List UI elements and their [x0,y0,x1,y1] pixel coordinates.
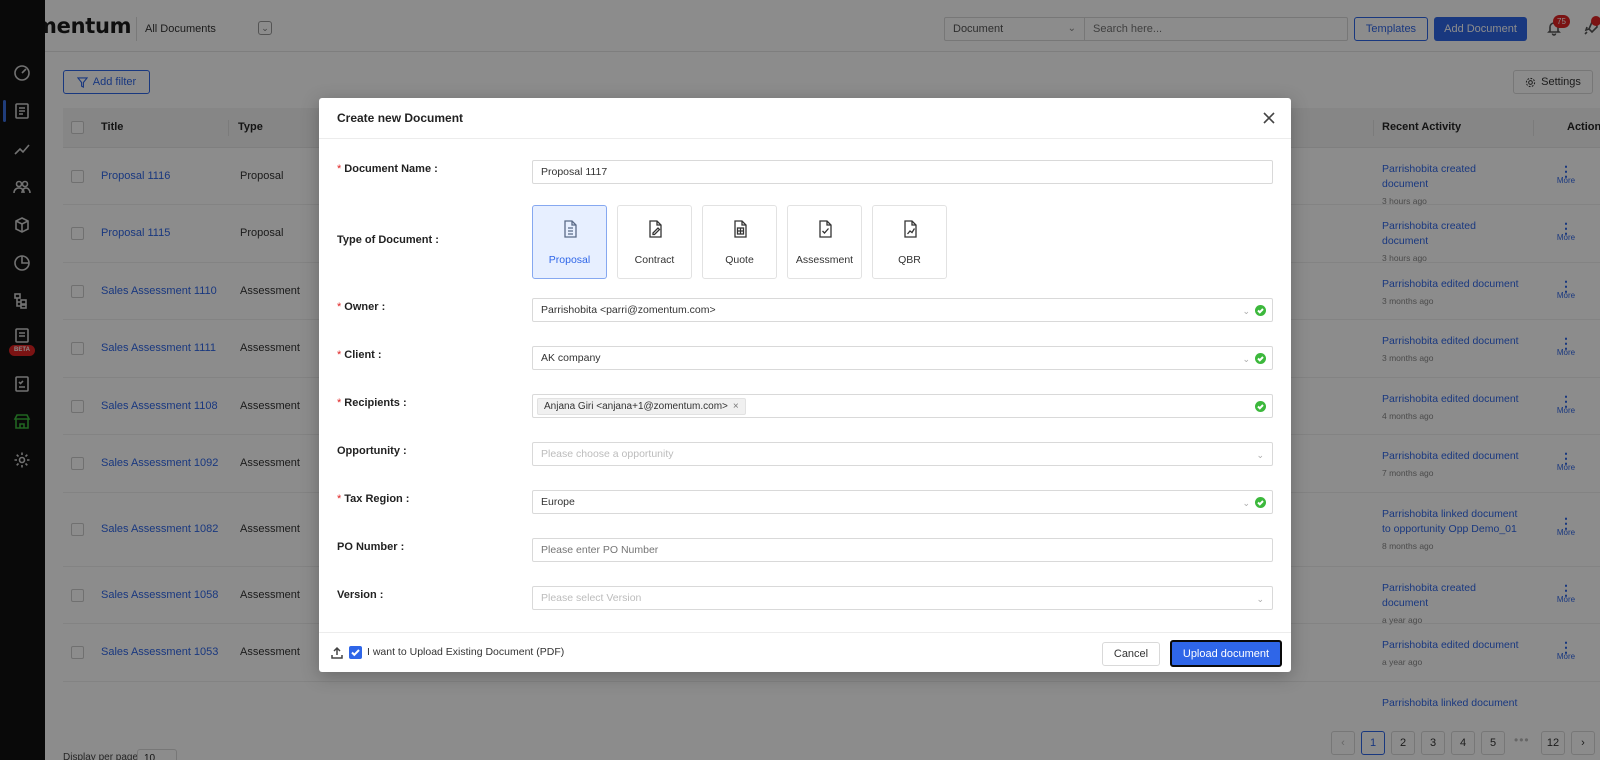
chevron-down-icon: ⌄ [1256,450,1264,460]
modal-footer: I want to Upload Existing Document (PDF)… [319,632,1291,672]
file-check-icon [816,220,834,238]
file-chart-icon [901,220,919,238]
doc-type-contract[interactable]: Contract [617,205,692,279]
tax-region-label-text: Tax Region : [344,493,410,505]
owner-label: * Owner : [337,301,385,313]
doc-type-label: QBR [898,254,921,266]
opportunity-label: Opportunity : [337,445,407,457]
tax-region-select[interactable]: Europe ⌄ [532,490,1273,514]
doc-type-label: Quote [725,254,754,266]
upload-existing-checkbox[interactable] [349,646,362,659]
doc-type-qbr[interactable]: QBR [872,205,947,279]
cancel-button[interactable]: Cancel [1102,642,1160,666]
file-edit-icon [646,220,664,238]
doc-type-quote[interactable]: Quote [702,205,777,279]
po-number-label: PO Number : [337,541,405,553]
chevron-down-icon: ⌄ [1242,354,1250,364]
recipient-tag-text: Anjana Giri <anjana+1@zomentum.com> [544,401,728,412]
type-of-document-label: Type of Document : [337,234,439,246]
chevron-down-icon: ⌄ [1242,498,1250,508]
required-asterisk: * [337,493,342,505]
recipients-select[interactable]: Anjana Giri <anjana+1@zomentum.com> × [532,394,1273,418]
required-asterisk: * [337,397,342,409]
opportunity-placeholder: Please choose a opportunity [541,448,674,460]
version-select[interactable]: Please select Version ⌄ [532,586,1273,610]
modal-title: Create new Document [319,98,1291,139]
required-asterisk: * [337,349,342,361]
client-label-text: Client : [344,349,382,361]
file-text-icon [561,220,579,238]
version-placeholder: Please select Version [541,592,642,604]
tax-region-value: Europe [541,496,575,508]
version-label: Version : [337,589,384,601]
document-name-label-text: Document Name : [344,163,438,175]
doc-type-label: Contract [634,254,675,266]
chevron-down-icon: ⌄ [1256,594,1264,604]
document-name-label: * Document Name : [337,163,438,175]
upload-existing-label[interactable]: I want to Upload Existing Document (PDF) [367,646,564,658]
client-label: * Client : [337,349,382,361]
recipient-tag: Anjana Giri <anjana+1@zomentum.com> × [537,398,746,415]
file-table-icon [731,220,749,238]
check-circle-icon [1255,353,1266,364]
check-circle-icon [1255,497,1266,508]
check-circle-icon [1255,305,1266,316]
check-circle-icon [1255,401,1266,412]
upload-document-button[interactable]: Upload document [1170,640,1282,667]
tax-region-label: * Tax Region : [337,493,409,505]
client-value: AK company [541,352,601,364]
opportunity-select[interactable]: Please choose a opportunity ⌄ [532,442,1273,466]
client-select[interactable]: AK company ⌄ [532,346,1273,370]
owner-select[interactable]: Parrishobita <parri@zomentum.com> ⌄ [532,298,1273,322]
recipients-label-text: Recipients : [344,397,407,409]
upload-icon [330,646,344,660]
remove-tag-icon[interactable]: × [733,401,739,412]
required-asterisk: * [337,301,342,313]
create-document-modal: Create new Document * Document Name : Pro… [319,98,1291,672]
required-asterisk: * [337,163,342,175]
doc-type-label: Assessment [795,254,854,266]
doc-type-assessment[interactable]: Assessment [787,205,862,279]
doc-type-proposal[interactable]: Proposal [532,205,607,279]
document-name-input[interactable]: Proposal 1117 [532,160,1273,184]
owner-value: Parrishobita <parri@zomentum.com> [541,304,716,316]
po-number-input[interactable] [532,538,1273,562]
recipients-label: * Recipients : [337,397,407,409]
doc-type-label: Proposal [548,254,591,266]
close-icon[interactable] [1262,111,1276,125]
chevron-down-icon: ⌄ [1242,306,1250,316]
owner-label-text: Owner : [344,301,386,313]
